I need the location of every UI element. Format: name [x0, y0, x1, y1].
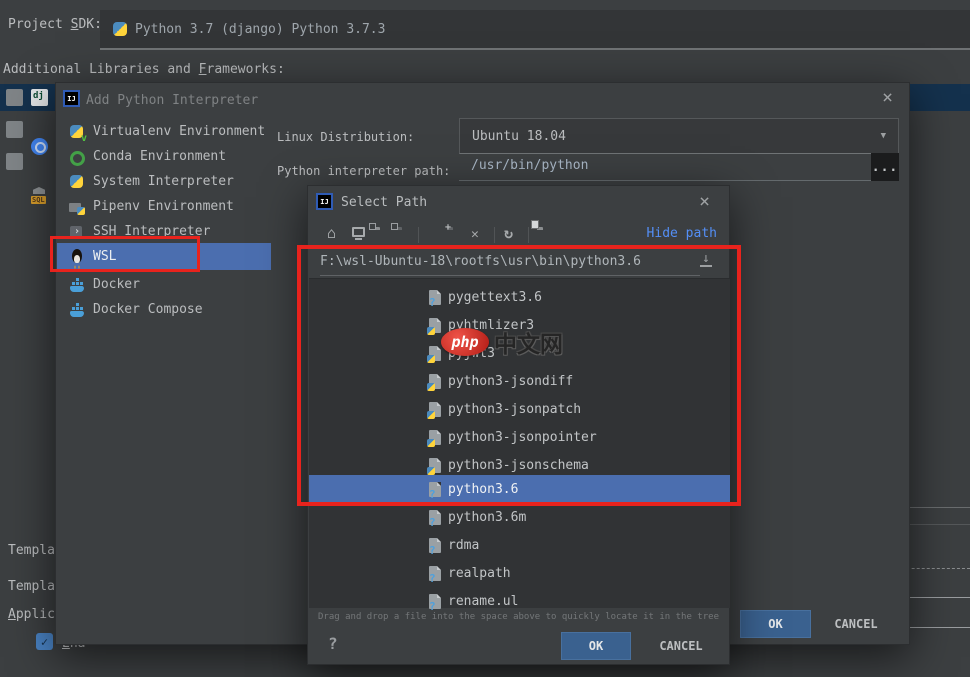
python-icon [113, 22, 127, 36]
toolbar-separator [528, 227, 529, 243]
refresh-icon[interactable]: ↻ [504, 224, 513, 242]
intellij-logo-icon: IJ [63, 90, 80, 107]
cancel-button[interactable]: CANCEL [645, 632, 717, 660]
file-name: rdma [448, 538, 479, 553]
project-sdk-value: Python 3.7 (django) Python 3.7.3 [135, 22, 385, 37]
sql-icon [31, 187, 48, 204]
sidebar-item-system-interpreter[interactable]: System Interpreter [69, 169, 234, 194]
django-icon [31, 89, 48, 106]
php-logo-badge: php [441, 328, 489, 356]
project-sdk-label: Project SDK: [8, 17, 102, 32]
linux-distribution-value: Ubuntu 18.04 [472, 129, 566, 144]
screen: Project SDK: Python 3.7 (django) Python … [0, 0, 970, 677]
drag-drop-hint: Drag and drop a file into the space abov… [308, 612, 729, 622]
interpreter-path-input[interactable]: /usr/bin/python [459, 151, 871, 181]
dialog-title: Add Python Interpreter [86, 93, 258, 108]
sidebar-item-label: Pipenv Environment [93, 199, 234, 214]
close-icon[interactable]: × [882, 91, 893, 105]
python-icon [69, 174, 85, 190]
additional-frameworks-label: Additional Libraries and Frameworks: [3, 62, 285, 77]
sidebar-item-docker-compose[interactable]: Docker Compose [69, 297, 203, 322]
sidebar-item-virtualenv[interactable]: Virtualenv Environment [69, 119, 265, 144]
file-name: rename.ul [448, 594, 518, 609]
cancel-button[interactable]: CANCEL [818, 610, 894, 638]
toolbar-separator [494, 227, 495, 243]
delete-icon[interactable]: ✕ [471, 227, 479, 242]
unknown-file-icon [429, 538, 441, 553]
ok-button[interactable]: OK [740, 610, 811, 638]
watermark-text: 中文网 [494, 325, 563, 359]
linux-distribution-label: Linux Distribution: [277, 130, 414, 144]
docker-compose-icon [69, 302, 85, 318]
conda-icon [69, 149, 85, 165]
intellij-logo-icon: IJ [316, 193, 333, 210]
wsl-highlight-annotation [50, 236, 200, 272]
sidebar-item-conda[interactable]: Conda Environment [69, 144, 226, 169]
sidebar-item-label: System Interpreter [93, 174, 234, 189]
interpreter-path-value: /usr/bin/python [471, 158, 588, 173]
ok-button[interactable]: OK [561, 632, 631, 660]
sidebar-item-docker[interactable]: Docker [69, 272, 140, 297]
unknown-file-icon [429, 566, 441, 581]
hide-path-link[interactable]: Hide path [647, 226, 717, 241]
chevron-down-icon: ▼ [881, 131, 886, 141]
file-name: realpath [448, 566, 511, 581]
file-row[interactable]: realpath [309, 559, 730, 587]
sidebar-item-label: Conda Environment [93, 149, 226, 164]
close-icon[interactable]: × [699, 195, 710, 209]
file-row[interactable]: rename.ul [309, 587, 730, 615]
desktop-icon[interactable] [352, 227, 365, 237]
toolbar-separator [418, 227, 419, 243]
unknown-file-icon [429, 594, 441, 609]
app-engine-icon [31, 138, 48, 155]
unknown-file-icon [429, 510, 441, 525]
dialog-title: Select Path [341, 195, 427, 210]
file-list-highlight-annotation [297, 245, 741, 506]
python-venv-icon [69, 124, 85, 140]
file-row[interactable]: rdma [309, 531, 730, 559]
project-sdk-dropdown[interactable]: Python 3.7 (django) Python 3.7.3 [100, 10, 970, 50]
framework-checkbox-appengine[interactable] [6, 121, 23, 138]
sidebar-item-label: Docker Compose [93, 302, 203, 317]
file-row[interactable]: python3.6m [309, 503, 730, 531]
check-icon: ✓ [41, 635, 48, 649]
browse-button[interactable]: ... [871, 153, 899, 181]
docker-icon [69, 277, 85, 293]
help-icon[interactable]: ? [328, 634, 338, 653]
sidebar-item-pipenv[interactable]: Pipenv Environment [69, 194, 234, 219]
sidebar-item-label: Virtualenv Environment [93, 124, 265, 139]
home-icon[interactable]: ⌂ [327, 224, 336, 242]
sidebar-item-label: Docker [93, 277, 140, 292]
file-name: python3.6m [448, 510, 526, 525]
framework-checkbox-sql[interactable] [6, 153, 23, 170]
watermark: php 中文网 [441, 325, 563, 359]
enable-django-admin-checkbox[interactable]: ✓ [36, 633, 53, 650]
pipenv-icon [69, 199, 85, 215]
framework-checkbox-django[interactable] [6, 89, 23, 106]
linux-distribution-dropdown[interactable]: Ubuntu 18.04 ▼ [459, 118, 899, 154]
interpreter-path-label: Python interpreter path: [277, 164, 450, 178]
